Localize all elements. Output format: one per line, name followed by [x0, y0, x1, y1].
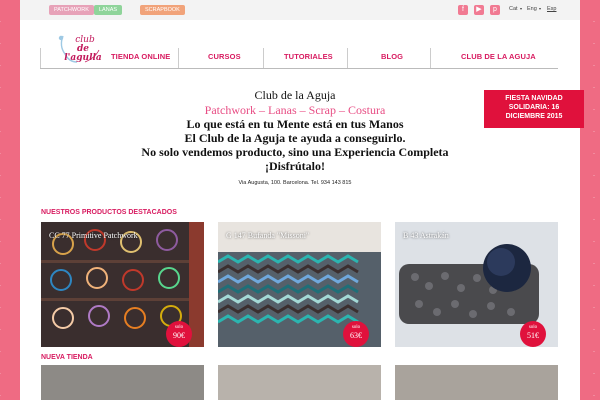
hero-text: Club de la Aguja Patchwork – Lanas – Scr…	[130, 88, 460, 186]
product-label: CC 77 Primitive Patchwork	[49, 231, 138, 240]
tag-scrapbook[interactable]: Scrapbook	[140, 5, 185, 15]
youtube-icon[interactable]: ▶	[474, 5, 484, 15]
product-label: B 43 Astrakán	[403, 231, 449, 240]
nav-tutoriales[interactable]: Tutoriales	[284, 52, 333, 61]
pinterest-icon[interactable]: p	[490, 5, 500, 15]
product-card[interactable]: B 43 Astrakán solo 51€	[395, 222, 558, 347]
logo-text-agulla: de l'agulla	[64, 44, 102, 63]
hero-line-3: No solo vendemos producto, sino una Expe…	[141, 145, 449, 159]
event-line-3: DICIEMBRE 2015	[505, 113, 563, 120]
product-card[interactable]: G 147 Bufanda "Missoni" solo 63€	[218, 222, 381, 347]
store-image[interactable]	[395, 365, 558, 400]
tag-lanas[interactable]: Lanas	[94, 5, 123, 15]
nav-blog[interactable]: Blog	[381, 52, 403, 61]
nav-divider	[40, 48, 41, 68]
hero-line-1: Lo que está en tu Mente está en tus Mano…	[186, 117, 404, 131]
store-image[interactable]	[218, 365, 381, 400]
tag-patchwork[interactable]: Patchwork	[49, 5, 94, 15]
lang-esp[interactable]: Esp	[547, 6, 556, 12]
hero-title: Club de la Aguja	[254, 88, 336, 102]
event-banner[interactable]: FIESTA NAVIDAD SOLIDARIA: 16 DICIEMBRE 2…	[484, 90, 584, 128]
lang-cat[interactable]: Cat	[509, 6, 518, 12]
facebook-icon[interactable]: f	[458, 5, 468, 15]
hero-subtitle[interactable]: Patchwork – Lanas – Scrap – Costura	[130, 103, 460, 117]
hero-line-2: El Club de la Aguja te ayuda a conseguir…	[184, 131, 406, 145]
site-logo[interactable]: club de l'agulla	[55, 32, 105, 66]
price-badge: solo 90€	[166, 321, 192, 347]
hero-line-4: ¡Disfrútalo!	[265, 159, 325, 173]
featured-section-title: Nuestros productos destacados	[41, 209, 177, 216]
price-value: 51€	[527, 331, 539, 340]
store-section-title: Nueva tienda	[41, 354, 93, 361]
price-badge: solo 51€	[520, 321, 546, 347]
nav-divider	[178, 48, 179, 68]
chevron-down-icon: ▾	[539, 6, 542, 11]
price-badge: solo 63€	[343, 321, 369, 347]
product-card[interactable]: CC 77 Primitive Patchwork solo 90€	[41, 222, 204, 347]
nav-cursos[interactable]: Cursos	[208, 52, 241, 61]
product-label: G 147 Bufanda "Missoni"	[226, 231, 310, 240]
nav-divider	[347, 48, 348, 68]
hero-address: Via Augusta, 100. Barcelona. Tel. 934 14…	[238, 180, 352, 186]
price-value: 63€	[350, 331, 362, 340]
store-image[interactable]	[41, 365, 204, 400]
chevron-down-icon: ▾	[520, 6, 523, 11]
nav-underline	[40, 68, 558, 69]
nav-divider	[263, 48, 264, 68]
lang-eng[interactable]: Eng	[527, 6, 537, 12]
nav-divider	[430, 48, 431, 68]
event-line-1: FIESTA NAVIDAD	[505, 95, 563, 102]
price-value: 90€	[173, 331, 185, 340]
nav-tienda-online[interactable]: Tienda Online	[111, 52, 170, 61]
nav-club-de-la-aguja[interactable]: Club de la Aguja	[461, 52, 536, 61]
event-line-2: SOLIDARIA: 16	[508, 104, 560, 111]
